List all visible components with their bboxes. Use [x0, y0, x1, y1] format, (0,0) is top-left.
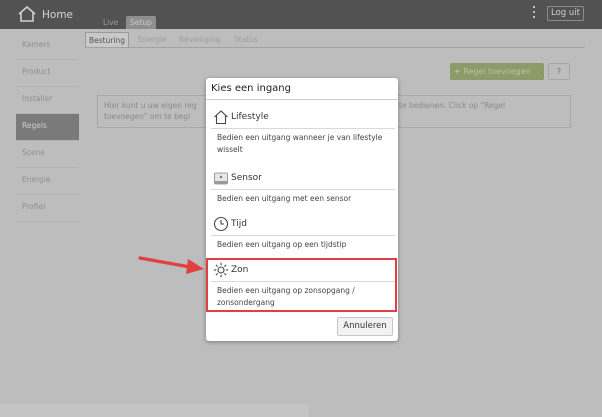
add-rule-label: Regel toevoegen: [463, 67, 531, 76]
home-logo-icon: [18, 5, 36, 22]
option-description: Bedien een uitgang wanneer je van lifest…: [217, 133, 383, 154]
option-description: Bedien een uitgang met een sensor: [217, 194, 352, 203]
highlight-box: [206, 258, 397, 312]
sidebar-item-scene[interactable]: Scene: [16, 141, 79, 168]
divider: [85, 47, 585, 48]
tab-setup[interactable]: Setup: [126, 16, 156, 29]
option-name: Lifestyle: [231, 112, 269, 122]
more-vertical-icon[interactable]: [533, 6, 536, 20]
help-button[interactable]: ?: [548, 63, 570, 80]
sensor-icon: [214, 172, 228, 185]
add-rule-button[interactable]: + Regel toevoegen: [450, 63, 544, 80]
house-icon: [214, 110, 228, 125]
option-name: Sensor: [231, 173, 262, 183]
tab-live[interactable]: Live: [99, 16, 122, 29]
sidebar-item-energie[interactable]: Energie: [16, 168, 79, 195]
option-tijd[interactable]: Tijd Bedien een uitgang op een tijdstip: [211, 216, 395, 251]
red-arrow-icon: [138, 256, 204, 274]
clock-icon: [213, 216, 229, 232]
option-lifestyle[interactable]: Lifestyle Bedien een uitgang wanneer je …: [211, 109, 395, 156]
tab-beveiliging[interactable]: Beveiliging: [179, 32, 220, 48]
tab-besturing[interactable]: Besturing: [85, 32, 130, 48]
sidebar-item-installer[interactable]: Installer: [16, 87, 79, 114]
top-bar: Home Live Setup Log uit: [0, 0, 602, 29]
option-sensor[interactable]: Sensor Bedien een uitgang met een sensor: [211, 170, 395, 205]
app-title: Home: [42, 9, 74, 21]
tab-status[interactable]: Status: [234, 32, 258, 48]
sidebar-item-regels[interactable]: Regels: [16, 114, 79, 141]
tab-energie[interactable]: Energie: [138, 32, 167, 48]
info-text-left: Hier kunt u uw eigen reg toevoegen" om t…: [104, 101, 197, 121]
sidebar-item-product[interactable]: Product: [16, 60, 79, 87]
info-text-right: te bedienen. Click op "Regel: [399, 101, 506, 110]
sidebar-item-profiel[interactable]: Profiel: [16, 195, 79, 222]
divider: [206, 99, 398, 100]
sidebar: Kamers Product Installer Regels Scene En…: [16, 33, 79, 222]
option-name: Tijd: [231, 219, 247, 229]
dialog-title: Kies een ingang: [211, 83, 291, 94]
status-strip: [0, 404, 309, 417]
option-description: Bedien een uitgang op een tijdstip: [217, 240, 347, 249]
cancel-button[interactable]: Annuleren: [337, 317, 393, 336]
sidebar-item-kamers[interactable]: Kamers: [16, 33, 79, 60]
plus-icon: +: [454, 67, 461, 76]
logout-button[interactable]: Log uit: [547, 6, 584, 21]
